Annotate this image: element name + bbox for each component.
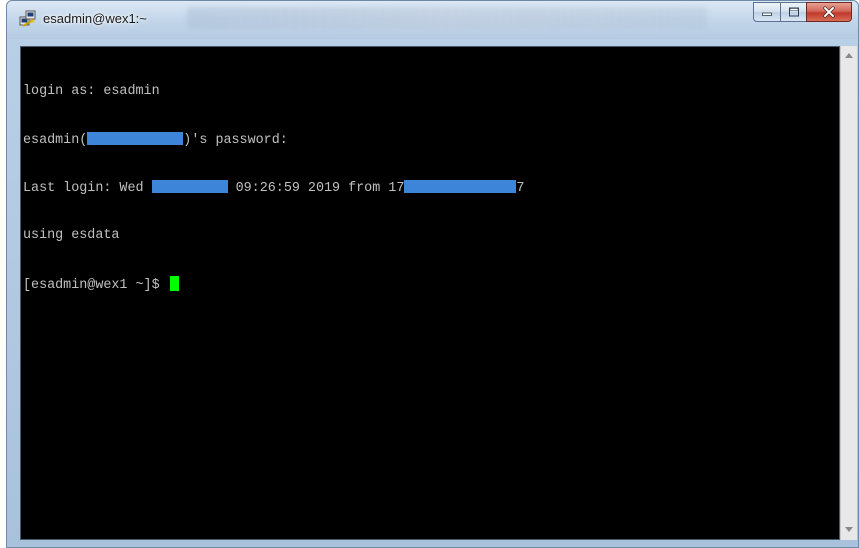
putty-icon[interactable] bbox=[19, 10, 37, 28]
close-icon bbox=[823, 6, 835, 18]
login-prompt-text: login as: esadmin bbox=[23, 84, 160, 99]
terminal-cursor bbox=[169, 276, 179, 291]
close-button[interactable] bbox=[806, 2, 852, 22]
terminal-line-prompt: [esadmin@wex1 ~]$ bbox=[23, 276, 524, 293]
shell-prompt: [esadmin@wex1 ~]$ bbox=[23, 278, 168, 293]
title-bar[interactable]: esadmin@wex1:~ bbox=[7, 1, 858, 39]
redacted-host bbox=[87, 132, 184, 145]
redacted-ip bbox=[404, 180, 517, 193]
terminal-area[interactable]: login as: esadmin esadmin()'s password: … bbox=[20, 46, 840, 540]
terminal-line-login: login as: esadmin bbox=[23, 84, 524, 100]
password-prompt-prefix: esadmin( bbox=[23, 133, 88, 148]
chevron-down-icon bbox=[845, 527, 853, 532]
title-bar-blurred-area bbox=[187, 7, 707, 29]
maximize-button[interactable] bbox=[780, 2, 806, 22]
terminal-output: login as: esadmin esadmin()'s password: … bbox=[23, 52, 524, 324]
minimize-icon bbox=[762, 12, 772, 16]
last-login-prefix: Last login: Wed bbox=[23, 181, 152, 196]
password-prompt-suffix: )'s password: bbox=[183, 133, 288, 148]
minimize-button[interactable] bbox=[753, 2, 780, 22]
caption-buttons bbox=[753, 2, 852, 22]
chevron-up-icon bbox=[845, 53, 853, 58]
terminal-line-using: using esdata bbox=[23, 228, 524, 244]
putty-window: esadmin@wex1:~ login as: esadmin esadmin… bbox=[6, 0, 859, 548]
scroll-down-button[interactable] bbox=[841, 522, 857, 538]
redacted-date bbox=[151, 180, 228, 193]
scroll-up-button[interactable] bbox=[841, 48, 857, 64]
window-title: esadmin@wex1:~ bbox=[43, 11, 147, 26]
last-login-middle: 09:26:59 2019 from 17 bbox=[227, 181, 405, 196]
maximize-icon bbox=[788, 7, 799, 17]
terminal-line-last-login: Last login: Wed 09:26:59 2019 from 17 7 bbox=[23, 180, 524, 196]
vertical-scrollbar[interactable] bbox=[840, 46, 857, 540]
using-text: using esdata bbox=[23, 228, 120, 243]
terminal-line-password: esadmin( )'s password: bbox=[23, 132, 524, 148]
last-login-suffix: 7 bbox=[516, 181, 525, 196]
